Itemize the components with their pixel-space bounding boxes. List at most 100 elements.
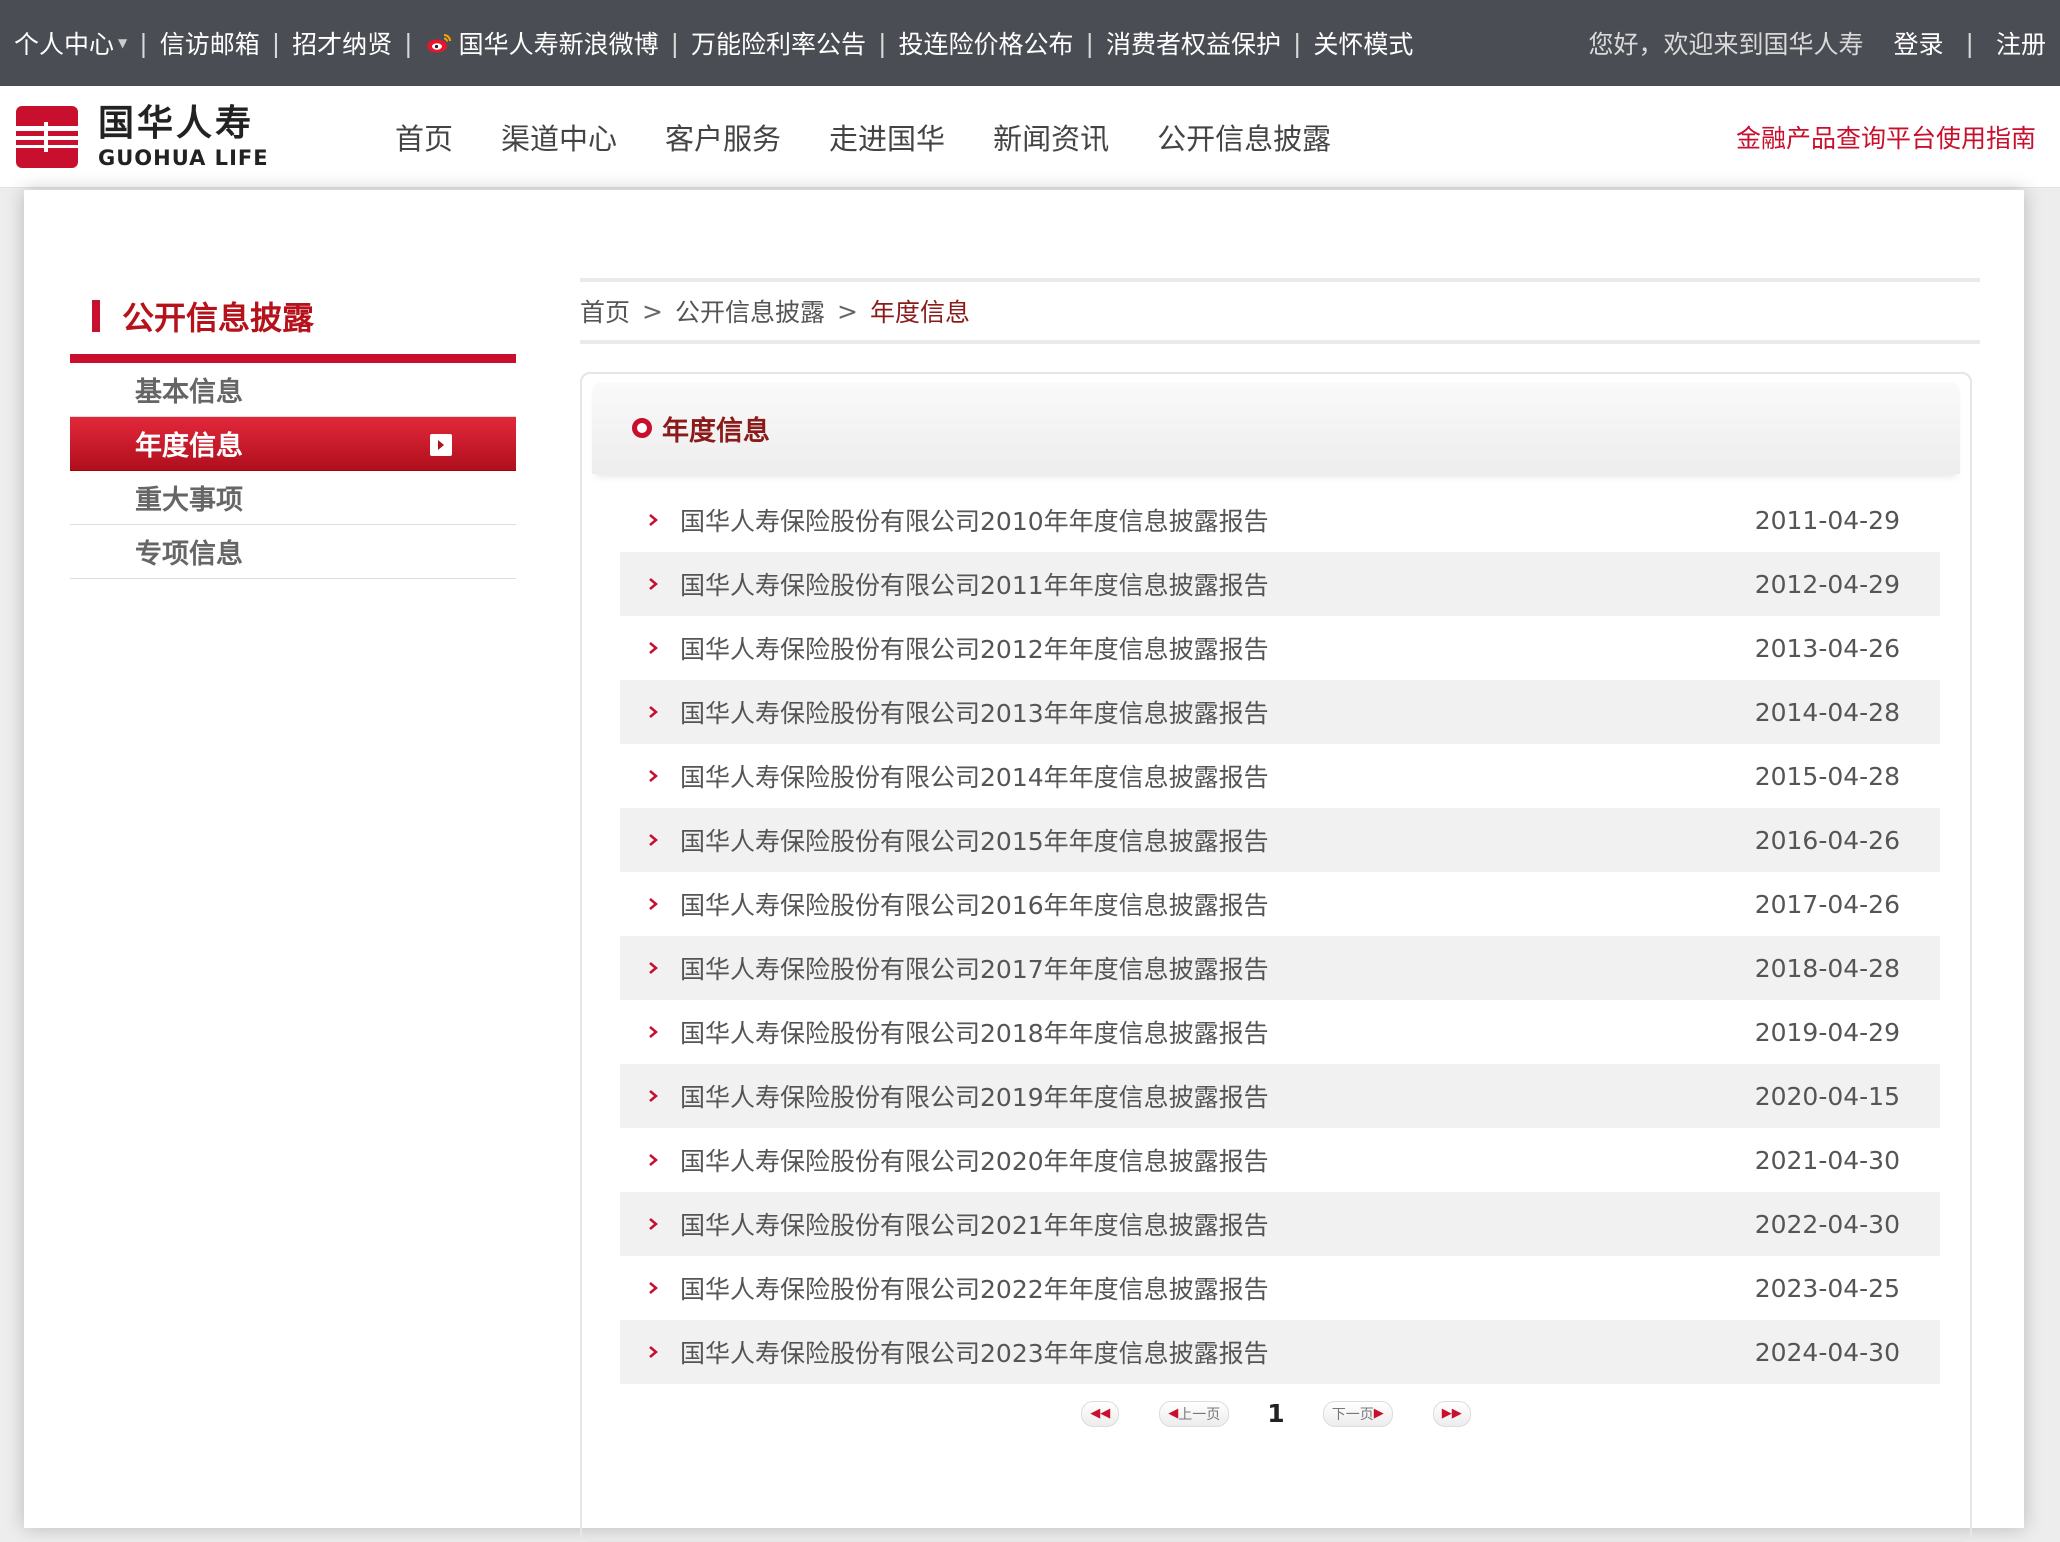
list-item[interactable]: 国华人寿保险股份有限公司2020年年度信息披露报告 2021-04-30 bbox=[620, 1128, 1940, 1192]
first-page-button[interactable]: ◀◀ bbox=[1081, 1400, 1120, 1427]
recruitment-link[interactable]: 招才纳贤 bbox=[292, 25, 392, 61]
separator: | bbox=[1085, 28, 1094, 58]
nav-disclosure[interactable]: 公开信息披露 bbox=[1157, 116, 1331, 158]
weibo-link[interactable]: 国华人寿新浪微博 bbox=[425, 25, 659, 61]
list-item[interactable]: 国华人寿保险股份有限公司2021年年度信息披露报告 2022-04-30 bbox=[620, 1192, 1940, 1256]
sidebar-title: 公开信息披露 bbox=[70, 286, 516, 346]
report-title[interactable]: 国华人寿保险股份有限公司2012年年度信息披露报告 bbox=[680, 630, 1755, 666]
top-utility-bar: 个人中心 ▼ | 信访邮箱 | 招才纳贤 | 国华人寿新浪微博 | 万能险利率公… bbox=[0, 0, 2060, 86]
list-item[interactable]: 国华人寿保险股份有限公司2011年年度信息披露报告 2012-04-29 bbox=[620, 552, 1940, 616]
list-item[interactable]: 国华人寿保险股份有限公司2023年年度信息披露报告 2024-04-30 bbox=[620, 1320, 1940, 1384]
report-title[interactable]: 国华人寿保险股份有限公司2015年年度信息披露报告 bbox=[680, 822, 1755, 858]
logo[interactable]: 国华人寿 GUOHUA LIFE bbox=[16, 104, 269, 170]
report-title[interactable]: 国华人寿保险股份有限公司2018年年度信息披露报告 bbox=[680, 1014, 1755, 1050]
sidebar-item-special-info[interactable]: 专项信息 bbox=[70, 525, 516, 579]
pagination: ◀◀ ◀ 上一页 1 下一页 ▶ ▶▶ bbox=[582, 1399, 1970, 1428]
annual-info-box: 年度信息 国华人寿保险股份有限公司2010年年度信息披露报告 2011-04-29… bbox=[580, 372, 1972, 1542]
content-panel: 公开信息披露 基本信息 年度信息 重大事项 专项信息 首页 > 公开信息披露 >… bbox=[24, 190, 2024, 1542]
separator: | bbox=[670, 28, 680, 58]
logo-chinese-name: 国华人寿 bbox=[98, 103, 255, 144]
list-item[interactable]: 国华人寿保险股份有限公司2010年年度信息披露报告 2011-04-29 bbox=[620, 488, 1940, 552]
chevron-left-icon: ◀ bbox=[1168, 1406, 1179, 1421]
consumer-protection-link[interactable]: 消费者权益保护 bbox=[1106, 25, 1281, 61]
main-nav: 首页 渠道中心 客户服务 走进国华 新闻资讯 公开信息披露 bbox=[395, 86, 1379, 188]
list-item[interactable]: 国华人寿保险股份有限公司2014年年度信息披露报告 2015-04-28 bbox=[620, 744, 1940, 808]
sidebar-divider bbox=[70, 354, 516, 363]
report-date: 2016-04-26 bbox=[1754, 825, 1900, 855]
nav-channel-center[interactable]: 渠道中心 bbox=[501, 116, 617, 158]
list-item[interactable]: 国华人寿保险股份有限公司2013年年度信息披露报告 2014-04-28 bbox=[620, 680, 1940, 744]
sidebar-item-basic-info[interactable]: 基本信息 bbox=[70, 363, 516, 417]
list-item[interactable]: 国华人寿保险股份有限公司2018年年度信息披露报告 2019-04-29 bbox=[620, 1000, 1940, 1064]
list-item[interactable]: 国华人寿保险股份有限公司2022年年度信息披露报告 2023-04-25 bbox=[620, 1256, 1940, 1320]
breadcrumb-current: 年度信息 bbox=[869, 298, 970, 327]
separator: | bbox=[139, 28, 148, 58]
care-mode-link[interactable]: 关怀模式 bbox=[1313, 25, 1413, 61]
sidebar-item-annual-info[interactable]: 年度信息 bbox=[70, 417, 516, 471]
login-link[interactable]: 登录 bbox=[1894, 25, 1944, 61]
personal-center-link[interactable]: 个人中心 ▼ bbox=[14, 25, 127, 61]
breadcrumb-section[interactable]: 公开信息披露 bbox=[675, 293, 825, 329]
list-item[interactable]: 国华人寿保险股份有限公司2016年年度信息披露报告 2017-04-26 bbox=[620, 872, 1940, 936]
list-item[interactable]: 国华人寿保险股份有限公司2012年年度信息披露报告 2013-04-26 bbox=[620, 616, 1940, 680]
nav-home[interactable]: 首页 bbox=[395, 116, 453, 158]
weibo-icon bbox=[426, 34, 451, 53]
list-title: 年度信息 bbox=[662, 415, 770, 447]
list-item[interactable]: 国华人寿保险股份有限公司2019年年度信息披露报告 2020-04-15 bbox=[620, 1064, 1940, 1128]
report-date: 2011-04-29 bbox=[1754, 505, 1900, 535]
nav-about[interactable]: 走进国华 bbox=[829, 116, 945, 158]
unit-linked-price-link[interactable]: 投连险价格公布 bbox=[899, 25, 1074, 61]
report-title[interactable]: 国华人寿保险股份有限公司2016年年度信息披露报告 bbox=[680, 886, 1755, 922]
nav-customer-service[interactable]: 客户服务 bbox=[665, 116, 781, 158]
chevron-right-icon bbox=[649, 514, 658, 526]
report-title[interactable]: 国华人寿保险股份有限公司2011年年度信息披露报告 bbox=[680, 566, 1755, 602]
product-query-guide-link[interactable]: 金融产品查询平台使用指南 bbox=[1736, 86, 2036, 188]
report-date: 2014-04-28 bbox=[1754, 697, 1900, 727]
utility-links: 个人中心 ▼ | 信访邮箱 | 招才纳贤 | 国华人寿新浪微博 | 万能险利率公… bbox=[14, 25, 1413, 61]
report-title[interactable]: 国华人寿保险股份有限公司2019年年度信息披露报告 bbox=[680, 1078, 1755, 1114]
guohua-logo-icon bbox=[16, 106, 78, 168]
prev-page-label: 上一页 bbox=[1178, 1406, 1221, 1423]
chevron-right-icon bbox=[649, 898, 658, 910]
report-title[interactable]: 国华人寿保险股份有限公司2014年年度信息披露报告 bbox=[680, 758, 1755, 794]
chevron-right-icon bbox=[649, 1090, 658, 1102]
breadcrumb-home[interactable]: 首页 bbox=[580, 293, 630, 329]
breadcrumb: 首页 > 公开信息披露 > 年度信息 bbox=[580, 278, 1980, 344]
list-item[interactable]: 国华人寿保险股份有限公司2015年年度信息披露报告 2016-04-26 bbox=[620, 808, 1940, 872]
report-date: 2023-04-25 bbox=[1754, 1273, 1900, 1303]
separator: | bbox=[878, 28, 887, 58]
report-date: 2018-04-28 bbox=[1754, 953, 1900, 983]
report-date: 2017-04-26 bbox=[1754, 889, 1900, 919]
chevron-right-icon bbox=[649, 1218, 658, 1230]
logo-text: 国华人寿 GUOHUA LIFE bbox=[98, 103, 269, 171]
chevron-right-icon bbox=[649, 1282, 658, 1294]
sidebar-item-label: 年度信息 bbox=[135, 431, 243, 462]
report-title[interactable]: 国华人寿保险股份有限公司2023年年度信息披露报告 bbox=[680, 1334, 1755, 1370]
sidebar-item-major-events[interactable]: 重大事项 bbox=[70, 471, 516, 525]
nav-news[interactable]: 新闻资讯 bbox=[993, 116, 1109, 158]
next-page-button[interactable]: 下一页 ▶ bbox=[1322, 1400, 1393, 1427]
caret-down-icon: ▼ bbox=[118, 36, 128, 50]
list-item[interactable]: 国华人寿保险股份有限公司2017年年度信息披露报告 2018-04-28 bbox=[620, 936, 1940, 1000]
report-title[interactable]: 国华人寿保险股份有限公司2022年年度信息披露报告 bbox=[680, 1270, 1755, 1306]
report-title[interactable]: 国华人寿保险股份有限公司2020年年度信息披露报告 bbox=[680, 1142, 1755, 1178]
report-date: 2020-04-15 bbox=[1754, 1081, 1900, 1111]
report-title[interactable]: 国华人寿保险股份有限公司2017年年度信息披露报告 bbox=[680, 950, 1755, 986]
complaint-mailbox-link[interactable]: 信访邮箱 bbox=[160, 25, 260, 61]
report-date: 2019-04-29 bbox=[1754, 1017, 1900, 1047]
chevron-right-icon bbox=[649, 1026, 658, 1038]
prev-page-button[interactable]: ◀ 上一页 bbox=[1159, 1400, 1230, 1427]
last-page-button[interactable]: ▶▶ bbox=[1432, 1400, 1471, 1427]
register-link[interactable]: 注册 bbox=[1996, 25, 2046, 61]
sidebar-item-label: 基本信息 bbox=[135, 377, 243, 408]
current-page-number[interactable]: 1 bbox=[1267, 1399, 1284, 1428]
report-title[interactable]: 国华人寿保险股份有限公司2013年年度信息披露报告 bbox=[680, 694, 1755, 730]
report-date: 2024-04-30 bbox=[1754, 1337, 1900, 1367]
report-title[interactable]: 国华人寿保险股份有限公司2021年年度信息披露报告 bbox=[680, 1206, 1755, 1242]
chevron-right-icon bbox=[649, 962, 658, 974]
universal-rate-link[interactable]: 万能险利率公告 bbox=[691, 25, 866, 61]
separator: | bbox=[271, 28, 281, 58]
report-title[interactable]: 国华人寿保险股份有限公司2010年年度信息披露报告 bbox=[680, 502, 1755, 538]
sidebar-item-label: 专项信息 bbox=[135, 539, 243, 570]
double-chevron-right-icon: ▶▶ bbox=[1441, 1406, 1462, 1421]
